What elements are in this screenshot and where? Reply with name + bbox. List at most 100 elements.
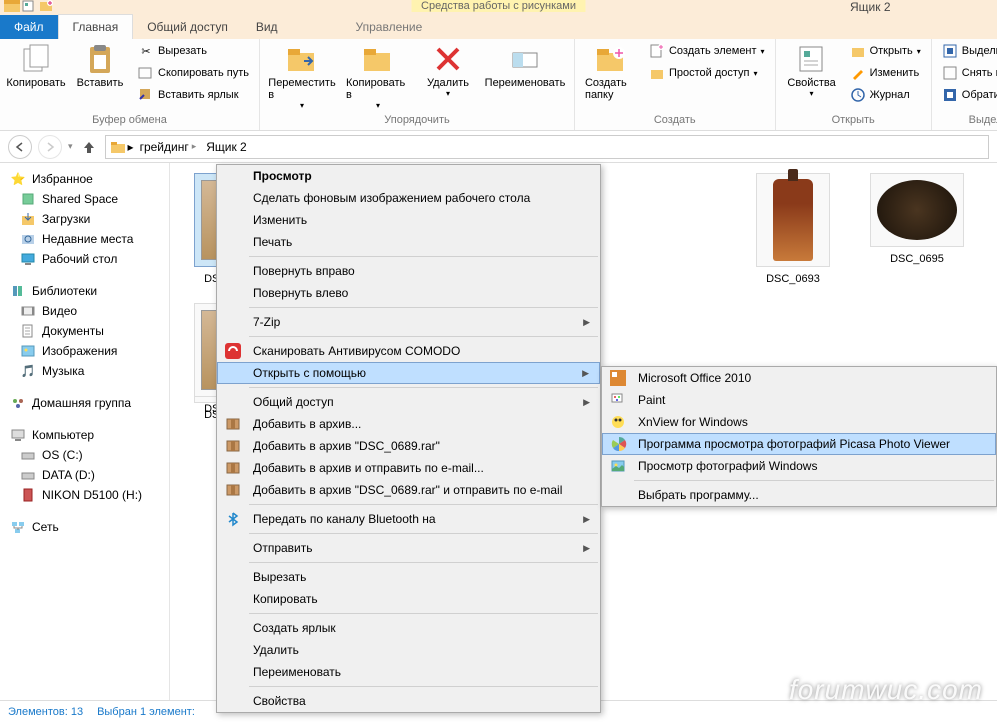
move-to-button[interactable]: Переместить в▾: [266, 41, 338, 112]
tab-manage[interactable]: Управление: [342, 15, 437, 39]
ctx-print[interactable]: Печать: [217, 231, 600, 253]
tab-share[interactable]: Общий доступ: [133, 15, 242, 39]
sidebar-drive-d[interactable]: DATA (D:): [0, 465, 169, 485]
edit-button[interactable]: Изменить: [846, 63, 925, 83]
invert-icon: [942, 87, 958, 103]
tab-view[interactable]: Вид: [242, 15, 292, 39]
folder-icon: [110, 139, 126, 155]
new-folder-button[interactable]: Создать папку: [581, 41, 641, 103]
openwith-xnview[interactable]: XnView for Windows: [602, 411, 996, 433]
ctx-add-rar-email[interactable]: Добавить в архив "DSC_0689.rar" и отправ…: [217, 479, 600, 501]
clipboard-group-label: Буфер обмена: [6, 112, 253, 128]
bluetooth-icon: [225, 511, 241, 527]
openwith-windows-viewer[interactable]: Просмотр фотографий Windows: [602, 455, 996, 477]
new-folder-icon[interactable]: [40, 0, 56, 12]
ctx-scan-comodo[interactable]: Сканировать Антивирусом COMODO: [217, 340, 600, 362]
new-item-icon: [649, 43, 665, 59]
comodo-icon: [225, 343, 241, 359]
tab-home[interactable]: Главная: [58, 14, 134, 39]
documents-icon: [20, 323, 36, 339]
ctx-create-shortcut[interactable]: Создать ярлык: [217, 617, 600, 639]
sidebar-documents[interactable]: Документы: [0, 321, 169, 341]
copy-label: Копировать: [6, 77, 65, 89]
openwith-ms-office[interactable]: Microsoft Office 2010: [602, 367, 996, 389]
history-button[interactable]: Журнал: [846, 85, 925, 105]
ctx-rotate-right[interactable]: Повернуть вправо: [217, 260, 600, 282]
breadcrumb[interactable]: ▸ грейдинг▸ Ящик 2: [105, 135, 989, 159]
sidebar-homegroup[interactable]: Домашняя группа: [0, 393, 169, 413]
tool-context-label: Средства работы с рисунками: [411, 0, 586, 12]
properties-icon[interactable]: [22, 0, 38, 12]
ribbon-group-open: Свойства▾ Открыть ▾ Изменить Журнал Откр…: [776, 39, 932, 130]
select-none-button[interactable]: Снять выделени: [938, 63, 997, 83]
ctx-add-archive[interactable]: Добавить в архив...: [217, 413, 600, 435]
sidebar-computer[interactable]: Компьютер: [0, 425, 169, 445]
new-item-button[interactable]: Создать элемент ▾: [645, 41, 769, 61]
ctx-set-desktop-bg[interactable]: Сделать фоновым изображением рабочего ст…: [217, 187, 600, 209]
forward-button[interactable]: [38, 135, 62, 159]
copy-button[interactable]: Копировать: [6, 41, 66, 91]
thumbnail: [756, 173, 830, 267]
ctx-rename[interactable]: Переименовать: [217, 661, 600, 683]
tab-file[interactable]: Файл: [0, 15, 58, 39]
easy-access-button[interactable]: Простой доступ ▾: [645, 63, 769, 83]
sidebar-recent[interactable]: Недавние места: [0, 229, 169, 249]
openwith-paint[interactable]: Paint: [602, 389, 996, 411]
ctx-7zip[interactable]: 7-Zip▶: [217, 311, 600, 333]
ctx-properties[interactable]: Свойства: [217, 690, 600, 712]
sidebar-shared-space[interactable]: Shared Space: [0, 189, 169, 209]
breadcrumb-item-1[interactable]: грейдинг▸: [136, 140, 201, 154]
ctx-rotate-left[interactable]: Повернуть влево: [217, 282, 600, 304]
sidebar-drive-h[interactable]: NIKON D5100 (H:): [0, 485, 169, 505]
sidebar-drive-c[interactable]: OS (C:): [0, 445, 169, 465]
file-item[interactable]: DSC_0693: [748, 173, 838, 285]
invert-selection-button[interactable]: Обратить выдел: [938, 85, 997, 105]
sidebar-network[interactable]: Сеть: [0, 517, 169, 537]
ctx-bluetooth[interactable]: Передать по каналу Bluetooth на▶: [217, 508, 600, 530]
window-title: Ящик 2: [850, 0, 891, 14]
ctx-send-to[interactable]: Отправить▶: [217, 537, 600, 559]
sidebar-desktop[interactable]: Рабочий стол: [0, 249, 169, 269]
sidebar-video[interactable]: Видео: [0, 301, 169, 321]
openwith-choose-program[interactable]: Выбрать программу...: [602, 484, 996, 506]
ctx-add-rar[interactable]: Добавить в архив "DSC_0689.rar": [217, 435, 600, 457]
rename-button[interactable]: Переименовать: [482, 41, 568, 91]
rename-icon: [509, 43, 541, 75]
delete-button[interactable]: Удалить▾: [418, 41, 478, 100]
sidebar-pictures[interactable]: Изображения: [0, 341, 169, 361]
cut-button[interactable]: ✂Вырезать: [134, 41, 253, 61]
chevron-icon[interactable]: ▸: [128, 140, 134, 154]
copy-to-button[interactable]: Копировать в▾: [342, 41, 414, 112]
sidebar-music[interactable]: 🎵Музыка: [0, 361, 169, 381]
sidebar-libraries[interactable]: Библиотеки: [0, 281, 169, 301]
back-button[interactable]: [8, 135, 32, 159]
ms-office-icon: [610, 370, 626, 386]
navigation-bar: ▾ ▸ грейдинг▸ Ящик 2: [0, 131, 997, 163]
downloads-icon: [20, 211, 36, 227]
sidebar-downloads[interactable]: Загрузки: [0, 209, 169, 229]
ctx-open-with[interactable]: Открыть с помощью▶: [217, 362, 600, 384]
status-items-count: Элементов: 13: [8, 706, 83, 718]
copy-path-button[interactable]: Скопировать путь: [134, 63, 253, 83]
file-item[interactable]: DSC_0695: [864, 173, 970, 285]
select-all-button[interactable]: Выделить все: [938, 41, 997, 61]
ctx-edit[interactable]: Изменить: [217, 209, 600, 231]
paste-button[interactable]: Вставить: [70, 41, 130, 91]
breadcrumb-item-2[interactable]: Ящик 2: [202, 140, 251, 154]
ctx-copy[interactable]: Копировать: [217, 588, 600, 610]
up-button[interactable]: [79, 137, 99, 157]
select-none-icon: [942, 65, 958, 81]
properties-button[interactable]: Свойства▾: [782, 41, 842, 100]
openwith-picasa[interactable]: Программа просмотра фотографий Picasa Ph…: [602, 433, 996, 455]
ctx-open-preview[interactable]: Просмотр: [217, 165, 600, 187]
ctx-add-email[interactable]: Добавить в архив и отправить по e-mail..…: [217, 457, 600, 479]
path-icon: [138, 65, 154, 81]
paste-shortcut-button[interactable]: Вставить ярлык: [134, 85, 253, 105]
open-button[interactable]: Открыть ▾: [846, 41, 925, 61]
ctx-share[interactable]: Общий доступ▶: [217, 391, 600, 413]
history-dropdown[interactable]: ▾: [68, 141, 73, 152]
sidebar-favorites[interactable]: ⭐Избранное: [0, 169, 169, 189]
ctx-cut[interactable]: Вырезать: [217, 566, 600, 588]
delete-icon: [432, 43, 464, 75]
ctx-delete[interactable]: Удалить: [217, 639, 600, 661]
